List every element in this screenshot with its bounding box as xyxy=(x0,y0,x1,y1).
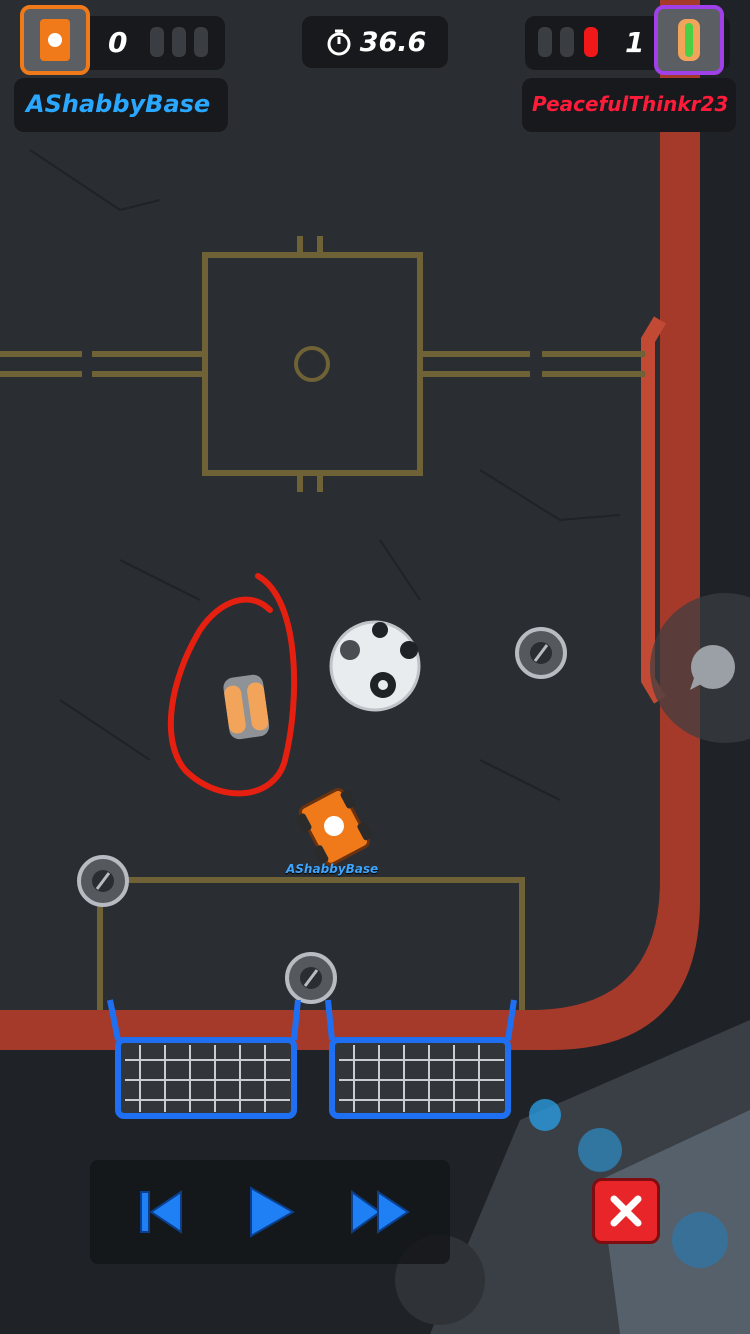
stopwatch-icon xyxy=(327,29,351,56)
ball-icon xyxy=(329,620,421,712)
bumper-icon xyxy=(515,627,567,679)
score-pip xyxy=(172,27,186,57)
bumper-icon xyxy=(285,952,337,1004)
fast-forward-icon xyxy=(351,1190,410,1234)
score-pip xyxy=(150,27,164,57)
timer-value: 36.6 xyxy=(359,26,427,58)
player-right-score: 1 xyxy=(625,26,645,59)
player-car-label: AShabbyBase xyxy=(286,862,379,876)
opponent-car-icon xyxy=(223,674,270,740)
rewind-button[interactable] xyxy=(126,1177,196,1247)
match-timer: 36.6 xyxy=(302,16,448,68)
score-pip xyxy=(560,27,574,57)
player-left-avatar xyxy=(20,5,90,75)
player-left-name: AShabbyBase xyxy=(26,90,211,118)
player-right-name: PeacefulThinkr23 xyxy=(532,92,729,116)
fast-forward-button[interactable] xyxy=(346,1177,416,1247)
replay-controls xyxy=(90,1160,450,1264)
skip-back-icon xyxy=(140,1190,182,1234)
play-icon xyxy=(250,1186,296,1238)
score-pip xyxy=(194,27,208,57)
close-button[interactable] xyxy=(592,1178,660,1244)
player-left-score: 0 xyxy=(108,26,128,59)
game-field xyxy=(0,0,750,1334)
score-pip xyxy=(538,27,552,57)
close-icon xyxy=(610,1195,642,1227)
play-button[interactable] xyxy=(234,1177,304,1247)
bumper-icon xyxy=(77,855,129,907)
player-right-avatar xyxy=(654,5,724,75)
score-pip-filled xyxy=(584,27,598,57)
